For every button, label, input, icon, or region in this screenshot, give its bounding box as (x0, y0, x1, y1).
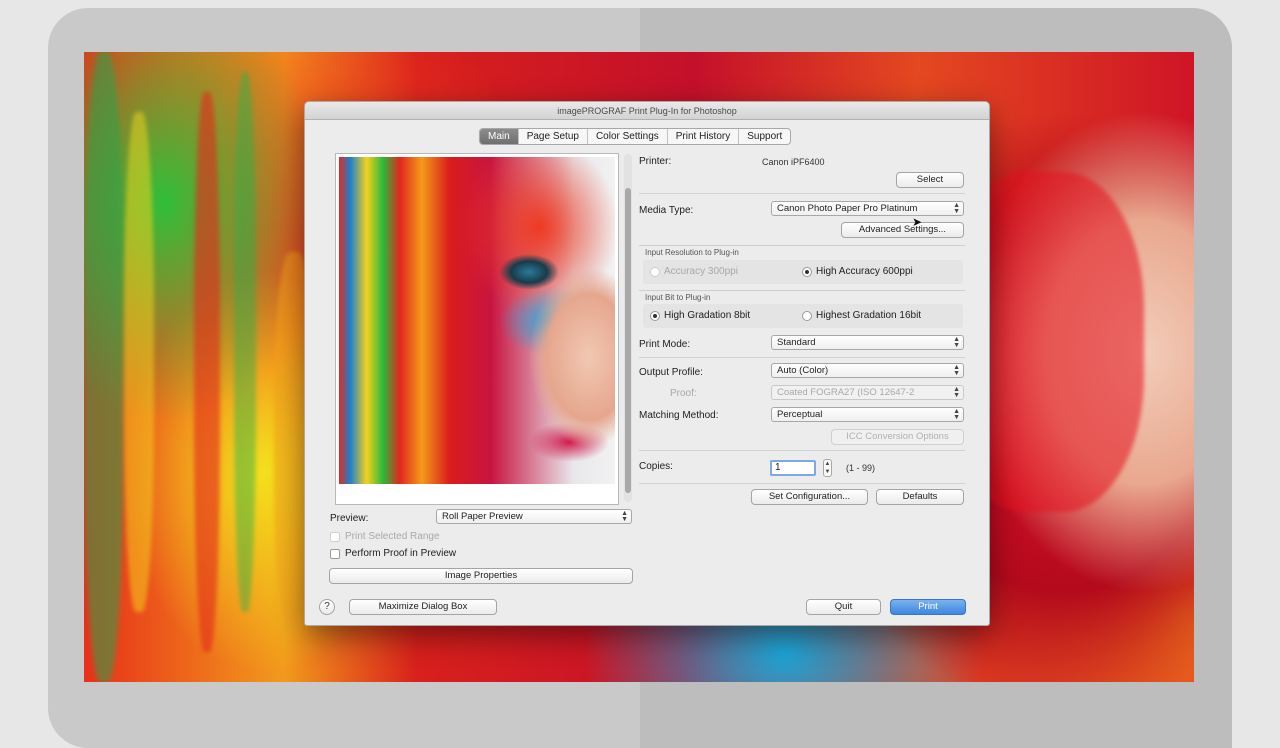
radio-gradation-8bit-label: High Gradation 8bit (664, 310, 751, 321)
print-mode-label: Print Mode: (639, 339, 691, 350)
divider (639, 483, 965, 484)
select-printer-button[interactable]: Select (896, 172, 964, 188)
output-profile-value: Auto (Color) (777, 365, 829, 376)
select-arrows-icon: ▲ ▼ (953, 336, 960, 349)
proof-profile-select[interactable]: Coated FOGRA27 (ISO 12647-2 ▲ ▼ (771, 385, 964, 400)
divider (639, 193, 965, 194)
preview-image (339, 157, 615, 484)
select-arrows-icon: ▲ ▼ (953, 202, 960, 215)
select-arrows-icon: ▲ ▼ (953, 364, 960, 377)
maximize-dialog-button[interactable]: Maximize Dialog Box (349, 599, 497, 615)
radio-gradation-16bit[interactable] (802, 311, 812, 321)
radio-accuracy-300-label: Accuracy 300ppi (664, 266, 738, 277)
select-arrows-icon: ▲ ▼ (953, 408, 960, 421)
preview-scrollbar-thumb[interactable] (625, 188, 631, 493)
advanced-settings-button[interactable]: Advanced Settings... (841, 222, 964, 238)
help-icon[interactable]: ? (319, 599, 335, 615)
output-profile-select[interactable]: Auto (Color) ▲ ▼ (771, 363, 964, 378)
matching-method-select[interactable]: Perceptual ▲ ▼ (771, 407, 964, 422)
divider (639, 357, 965, 358)
radio-gradation-8bit[interactable] (650, 311, 660, 321)
print-selected-range-checkbox[interactable] (330, 532, 340, 542)
input-resolution-group (639, 245, 965, 246)
tab-page-setup[interactable]: Page Setup (519, 129, 588, 144)
preview-mode-value: Roll Paper Preview (442, 511, 523, 522)
media-type-select[interactable]: Canon Photo Paper Pro Platinum ▲ ▼ (771, 201, 964, 216)
copies-label: Copies: (639, 461, 673, 472)
print-button[interactable]: Print (890, 599, 966, 615)
proof-label: Proof: (670, 388, 697, 399)
radio-accuracy-300[interactable] (650, 267, 660, 277)
tab-color-settings[interactable]: Color Settings (588, 129, 668, 144)
copies-stepper[interactable]: ▲ ▼ (823, 459, 832, 477)
copies-input[interactable]: 1 (770, 460, 816, 476)
printer-name: Canon iPF6400 (762, 157, 825, 167)
divider (639, 450, 965, 451)
image-properties-button[interactable]: Image Properties (329, 568, 633, 584)
mouse-pointer-icon: ➤ (912, 215, 923, 229)
perform-proof-checkbox[interactable] (330, 549, 340, 559)
tab-support[interactable]: Support (739, 129, 790, 144)
copies-range: (1 - 99) (846, 463, 876, 473)
print-preview-frame (335, 153, 619, 505)
set-configuration-button[interactable]: Set Configuration... (751, 489, 868, 505)
tab-print-history[interactable]: Print History (668, 129, 740, 144)
quit-button[interactable]: Quit (806, 599, 881, 615)
print-plugin-dialog: imagePROGRAF Print Plug-In for Photoshop… (304, 101, 990, 626)
icc-conversion-options-button[interactable]: ICC Conversion Options (831, 429, 964, 445)
radio-gradation-16bit-label: Highest Gradation 16bit (816, 310, 922, 321)
defaults-button[interactable]: Defaults (876, 489, 964, 505)
print-selected-range-label: Print Selected Range (345, 531, 440, 542)
proof-profile-value: Coated FOGRA27 (ISO 12647-2 (777, 387, 915, 398)
preview-label: Preview: (330, 513, 369, 524)
matching-method-value: Perceptual (777, 409, 823, 420)
printer-label: Printer: (639, 156, 672, 167)
media-type-label: Media Type: (639, 205, 694, 216)
print-mode-value: Standard (777, 337, 816, 348)
tab-bar: Main Page Setup Color Settings Print His… (479, 128, 792, 145)
preview-mode-select[interactable]: Roll Paper Preview ▲ ▼ (436, 509, 632, 524)
media-type-value: Canon Photo Paper Pro Platinum (777, 203, 918, 214)
preview-scrollbar[interactable] (624, 154, 632, 502)
input-resolution-group-label: Input Resolution to Plug-in (645, 248, 739, 257)
radio-high-accuracy-600-label: High Accuracy 600ppi (816, 266, 913, 277)
print-mode-select[interactable]: Standard ▲ ▼ (771, 335, 964, 350)
radio-high-accuracy-600[interactable] (802, 267, 812, 277)
matching-method-label: Matching Method: (639, 410, 719, 421)
dialog-title: imagePROGRAF Print Plug-In for Photoshop (305, 102, 989, 120)
input-bit-group (639, 290, 965, 291)
tab-main[interactable]: Main (480, 129, 519, 144)
perform-proof-label: Perform Proof in Preview (345, 548, 457, 559)
select-arrows-icon: ▲ ▼ (621, 510, 628, 523)
select-arrows-icon: ▲ ▼ (953, 386, 960, 399)
input-bit-group-label: Input Bit to Plug-in (645, 293, 711, 302)
output-profile-label: Output Profile: (639, 367, 703, 378)
